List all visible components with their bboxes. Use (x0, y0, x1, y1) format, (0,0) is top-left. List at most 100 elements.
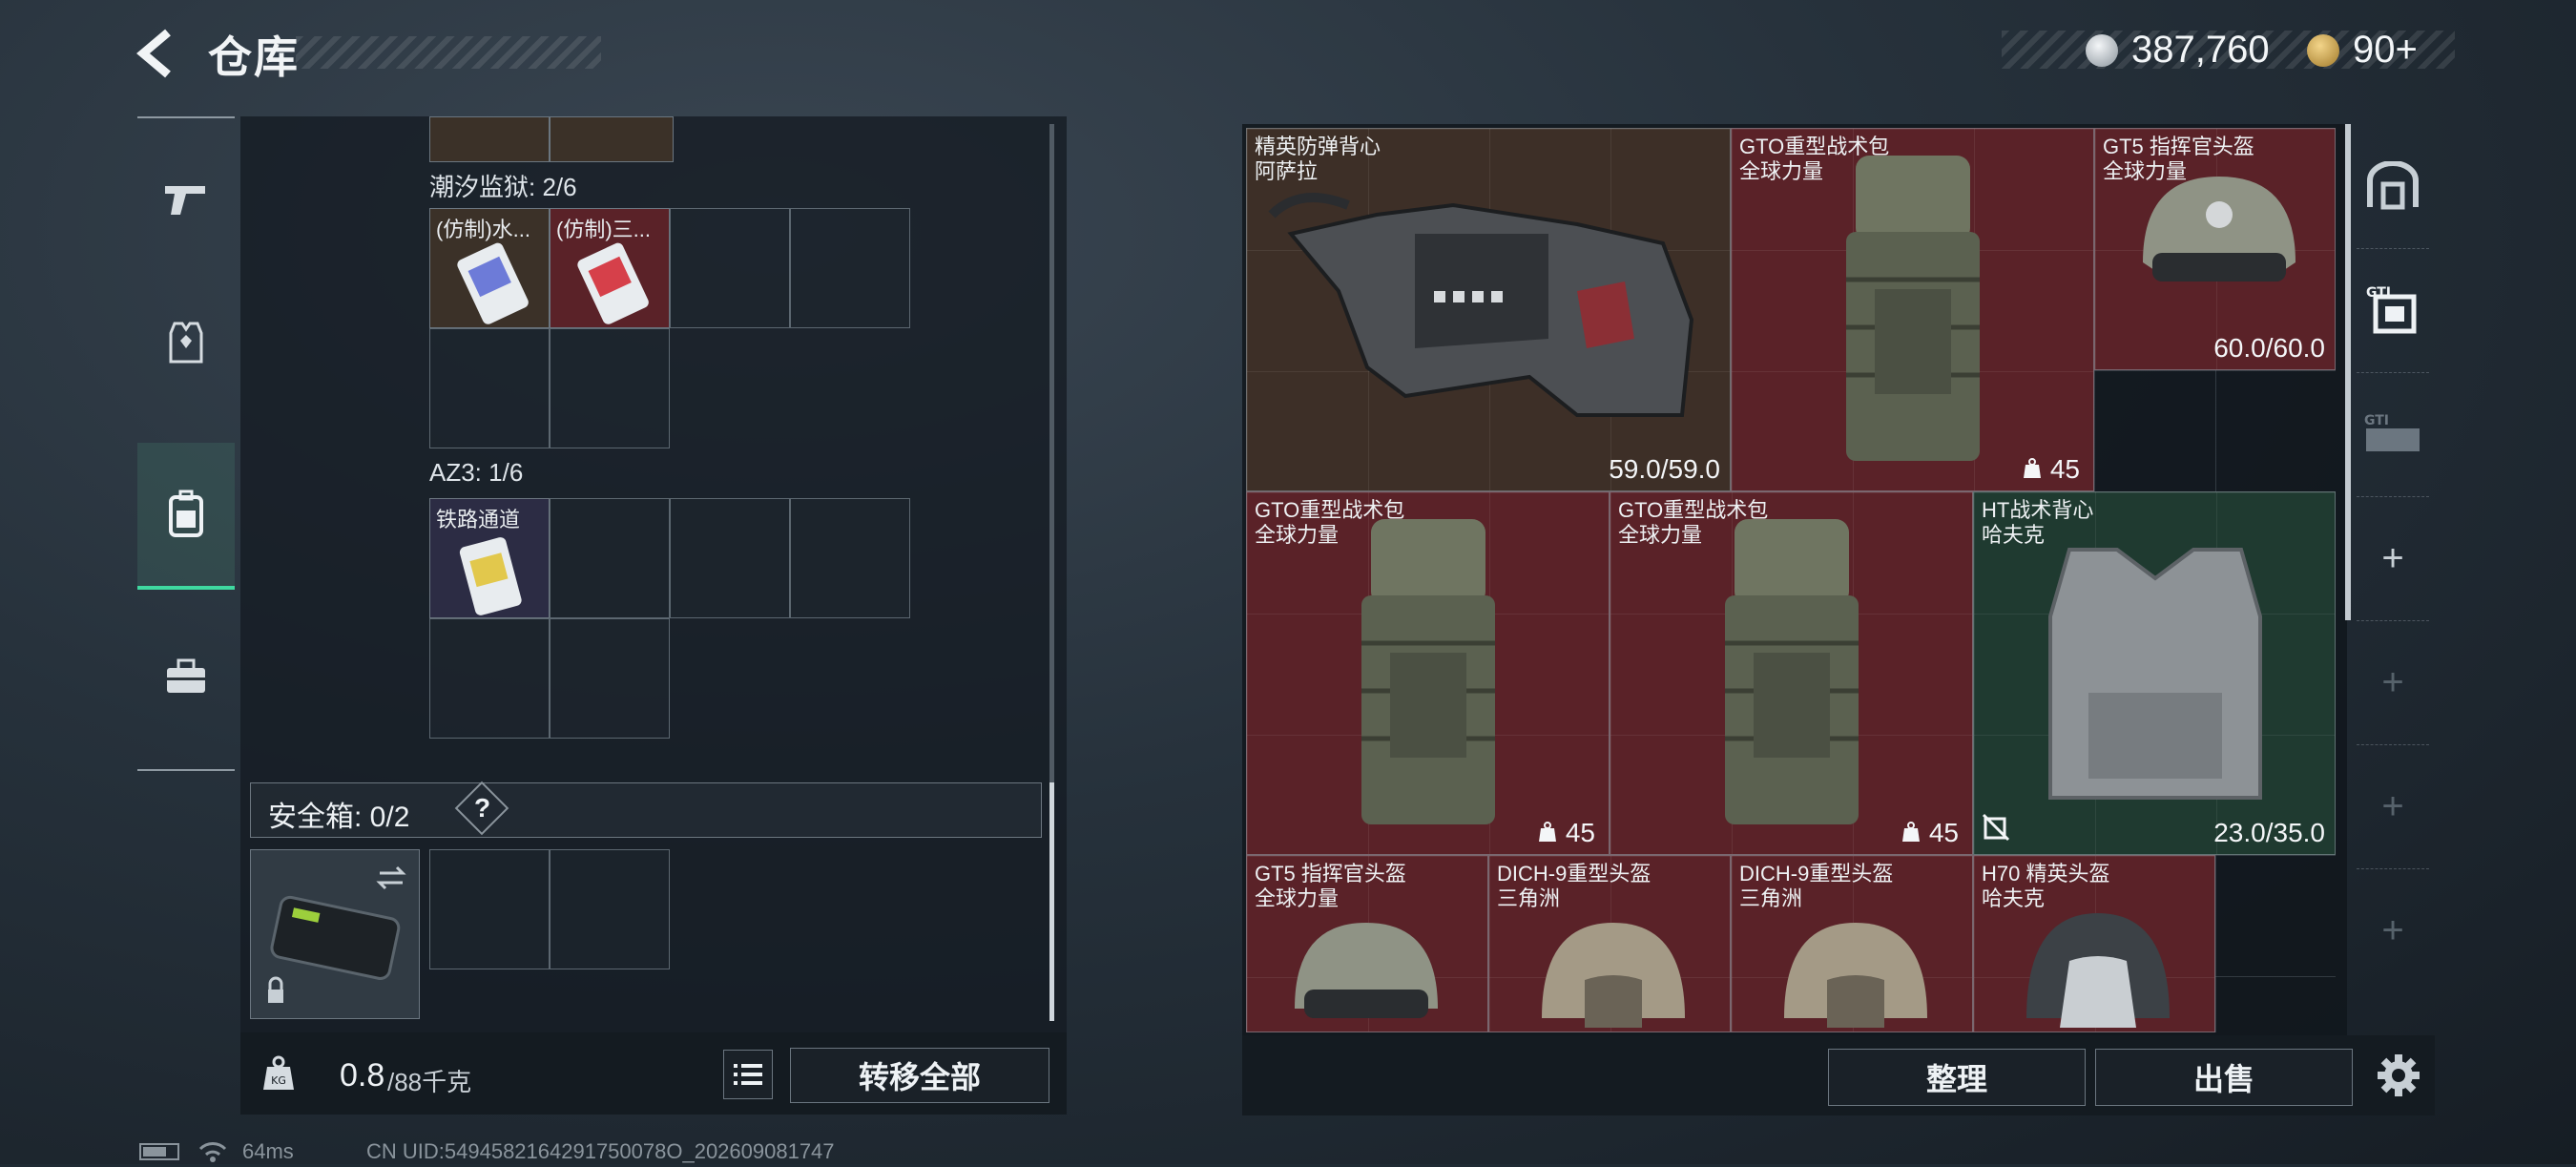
weight-bar: KG 0.8 /88千克 转移全部 (240, 1032, 1067, 1115)
stash-tabs: GTI GTI + + + + (2357, 124, 2429, 1031)
grid-cell[interactable] (550, 328, 670, 448)
sidebar-toolbox[interactable] (137, 605, 235, 748)
safe-box-label: 安全箱: 0/2 (268, 802, 410, 833)
swap-icon (376, 865, 406, 890)
uid-text: CN UID:5494582164291750078O_202609081747 (366, 1139, 835, 1163)
weight-icon: KG (240, 1032, 317, 1115)
vest-icon (169, 322, 203, 364)
grid-cell[interactable] (790, 208, 910, 328)
title-decor (296, 36, 601, 69)
item-brand: 全球力量 (1255, 886, 1340, 910)
safe-slot[interactable] (429, 849, 550, 969)
helmet-icon (1295, 923, 1438, 1018)
grid-cell[interactable] (550, 618, 670, 739)
grid-cell[interactable] (790, 498, 910, 618)
add-stash-tab-1[interactable]: + (2357, 496, 2429, 621)
grid-cell[interactable] (429, 618, 550, 739)
container-label-az3: AZ3: 1/6 (429, 458, 524, 487)
item-durability: 60.0/60.0 (2213, 333, 2325, 363)
safe-box-header: 安全箱: 0/2 ? (250, 781, 1042, 838)
back-arrow-icon[interactable] (134, 27, 187, 80)
currency-gold[interactable]: 90+ (2353, 29, 2418, 72)
gold-coin-icon (2307, 34, 2339, 67)
add-stash-tab-3[interactable]: + (2357, 744, 2429, 869)
left-scrollbar-thumb[interactable] (1049, 782, 1054, 1021)
keycard-item[interactable]: (仿制)三... (550, 208, 670, 328)
partial-item[interactable] (550, 116, 674, 162)
stash-item-helmet[interactable]: H70 精英头盔 哈夫克 (1973, 855, 2215, 1032)
grid-cell[interactable] (429, 328, 550, 448)
item-name: H70 精英头盔 (1982, 862, 2110, 886)
weight-value: 0.8 (340, 1057, 385, 1094)
item-durability: 59.0/59.0 (1609, 454, 1720, 484)
stash-item-helmet[interactable]: GT5 指挥官头盔 全球力量 60.0/60.0 (2094, 128, 2336, 370)
backpack-item-icon (1846, 156, 1980, 461)
grid-cell[interactable] (550, 498, 670, 618)
helmet-icon (2026, 913, 2170, 1028)
gear-icon (2378, 1054, 2420, 1096)
grid-cell[interactable] (670, 498, 790, 618)
item-brand: 三角洲 (1739, 886, 1803, 910)
stash-tab-main[interactable] (2357, 124, 2429, 249)
item-durability: 23.0/35.0 (2213, 818, 2325, 847)
help-icon[interactable]: ? (474, 793, 490, 823)
container-label-tidal-prison: 潮汐监狱: 2/6 (429, 173, 577, 201)
stash-item-helmet[interactable]: GT5 指挥官头盔 全球力量 (1246, 855, 1488, 1032)
sidebar-weapons[interactable] (137, 128, 235, 271)
item-name: DICH-9重型头盔 (1739, 862, 1894, 886)
stash-item-helmet[interactable]: DICH-9重型头盔 三角洲 (1488, 855, 1731, 1032)
list-view-button[interactable] (723, 1050, 773, 1099)
add-stash-tab-2[interactable]: + (2357, 620, 2429, 745)
category-sidebar (137, 116, 235, 771)
item-capacity: 45 (1537, 818, 1595, 848)
list-icon (734, 1064, 762, 1085)
gti-weapon-case-icon: GTI (2364, 413, 2420, 451)
partial-item[interactable] (429, 116, 550, 162)
backpack-item-icon (1725, 519, 1859, 824)
helmet-icon (1784, 923, 1927, 1028)
armor-vest-icon (1268, 193, 1694, 417)
sell-button[interactable]: 出售 (2095, 1049, 2353, 1106)
keycard-item[interactable]: 铁路通道 (429, 498, 550, 618)
stash-tab-gti-1[interactable]: GTI (2357, 248, 2429, 373)
stash-item-armor-vest[interactable]: 精英防弹背心 阿萨拉 59.0/59.0 (1246, 128, 1731, 491)
helmet-icon (2143, 177, 2296, 281)
helmet-icon (1542, 923, 1685, 1028)
add-stash-tab-4[interactable]: + (2357, 868, 2429, 992)
item-name: GT5 指挥官头盔 (2103, 135, 2254, 158)
stash-tab-gti-2[interactable]: GTI (2357, 372, 2429, 497)
safe-box-item[interactable] (250, 849, 420, 1019)
grid-cell[interactable] (670, 208, 790, 328)
keycard-item[interactable]: (仿制)水... (429, 208, 550, 328)
svg-text:KG: KG (271, 1074, 286, 1087)
plus-icon: + (2381, 908, 2404, 951)
stash-item-backpack[interactable]: GTO重型战术包 全球力量 45 (1610, 491, 1973, 855)
settings-button[interactable] (2370, 1047, 2427, 1104)
svg-text:GTI: GTI (2364, 413, 2389, 428)
safe-slot[interactable] (550, 849, 670, 969)
item-name: DICH-9重型头盔 (1497, 862, 1652, 886)
stash-item-tactical-vest[interactable]: HT战术背心 哈夫克 23.0/35.0 (1973, 491, 2336, 855)
stash-item-helmet[interactable]: DICH-9重型头盔 三角洲 (1731, 855, 1973, 1032)
gun-icon (165, 186, 205, 215)
sidebar-armor[interactable] (137, 271, 235, 414)
stash-scrollbar[interactable] (2345, 124, 2351, 620)
stash-item-backpack[interactable]: GTO重型战术包 全球力量 45 (1246, 491, 1610, 855)
plus-icon: + (2381, 784, 2404, 827)
page-title: 仓库 (208, 32, 300, 82)
currency-silver: 387,760 (2131, 29, 2270, 71)
sidebar-backpack[interactable] (137, 443, 235, 590)
stash-action-bar: 整理 出售 (1242, 1035, 2435, 1115)
item-capacity: 45 (2022, 454, 2080, 485)
transfer-all-button[interactable]: 转移全部 (790, 1048, 1049, 1103)
gti-case-icon: GTI (2366, 285, 2417, 334)
ping-text: 64ms (242, 1139, 294, 1163)
wifi-icon (198, 1141, 227, 1162)
sort-button[interactable]: 整理 (1828, 1049, 2086, 1106)
stash-item-backpack[interactable]: GTO重型战术包 全球力量 45 (1731, 128, 2094, 491)
toolbox-icon (167, 658, 205, 693)
safe-case-icon (268, 865, 406, 1003)
item-capacity: 45 (1901, 818, 1959, 848)
storage-icon (2367, 161, 2419, 210)
tactical-vest-icon (2048, 548, 2262, 800)
